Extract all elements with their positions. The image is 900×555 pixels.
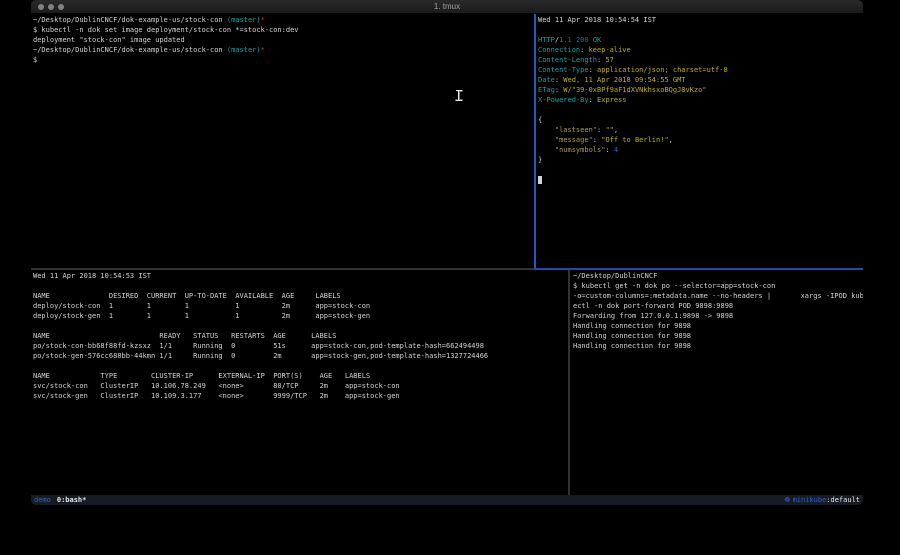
terminal-line: $ kubectl get -n dok po --selector=app=s… xyxy=(573,281,863,291)
terminal-line: "message": "Off to Berlin!", xyxy=(538,135,863,145)
terminal-line xyxy=(538,175,863,185)
terminal-line xyxy=(538,105,863,115)
terminal-line: svc/stock-gen ClusterIP 10.109.3.177 <no… xyxy=(33,391,569,401)
status-right: ☸ minikube :default xyxy=(784,495,860,505)
kube-context: minikube xyxy=(793,495,827,505)
window-title: 1. tmux xyxy=(31,2,863,11)
terminal-line: Date: Wed, 11 Apr 2018 09:54:55 GMT xyxy=(538,75,863,85)
kube-namespace: :default xyxy=(826,495,860,505)
terminal-line: Forwarding from 127.0.0.1:9898 -> 9898 xyxy=(573,311,863,321)
terminal-line: po/stock-gen-576cc688bb-44kmn 1/1 Runnin… xyxy=(33,351,569,361)
session-name: demo xyxy=(34,495,51,505)
terminal-line: "numsymbols": 4 xyxy=(538,145,863,155)
pane-divider-vertical-bottom[interactable] xyxy=(568,270,570,495)
terminal-line: Content-Length: 57 xyxy=(538,55,863,65)
terminal-line: X-Powered-By: Express xyxy=(538,95,863,105)
tmux-status-bar: demo 0:bash* ☸ minikube :default xyxy=(31,495,863,505)
terminal-line: HTTP/1.1 200 OK xyxy=(538,35,863,45)
terminal-line: $ kubectl -n dok set image deployment/st… xyxy=(33,25,534,35)
terminal-line: deploy/stock-con 1 1 1 1 2m app=stock-co… xyxy=(33,301,569,311)
terminal-line: Wed 11 Apr 2018 10:54:54 IST xyxy=(538,15,863,25)
terminal-line: Connection: keep-alive xyxy=(538,45,863,55)
terminal-line xyxy=(33,361,569,371)
terminal-line: po/stock-con-bb68f88fd-kzsxz 1/1 Running… xyxy=(33,341,569,351)
window-tab-bash[interactable]: 0:bash* xyxy=(57,495,87,505)
terminal-line: $ xyxy=(33,55,534,65)
terminal-line: deploy/stock-gen 1 1 1 1 2m app=stock-ge… xyxy=(33,311,569,321)
terminal-line: { xyxy=(538,115,863,125)
title-bar[interactable]: 1. tmux xyxy=(31,0,863,14)
terminal-line: Handling connection for 9898 xyxy=(573,331,863,341)
terminal-line: NAME DESIRED CURRENT UP-TO-DATE AVAILABL… xyxy=(33,291,569,301)
terminal-line: ~/Desktop/DublinCNCF xyxy=(573,271,863,281)
terminal-line: NAME TYPE CLUSTER-IP EXTERNAL-IP PORT(S)… xyxy=(33,371,569,381)
terminal-line: ~/Desktop/DublinCNCF/dok-example-us/stoc… xyxy=(33,15,534,25)
terminal-line xyxy=(538,165,863,175)
terminal-line: ~/Desktop/DublinCNCF/dok-example-us/stoc… xyxy=(33,45,534,55)
terminal-line: } xyxy=(538,155,863,165)
terminal-line: Wed 11 Apr 2018 10:54:53 IST xyxy=(33,271,569,281)
terminal-line xyxy=(33,281,569,291)
terminal-line: Handling connection for 9898 xyxy=(573,321,863,331)
terminal-line: Handling connection for 9898 xyxy=(573,341,863,351)
tmux-content: ~/Desktop/DublinCNCF/dok-example-us/stoc… xyxy=(31,14,863,495)
terminal-line xyxy=(538,25,863,35)
pane-top-right-http-response[interactable]: Wed 11 Apr 2018 10:54:54 IST HTTP/1.1 200… xyxy=(536,14,863,269)
terminal-line: -o=custom-columns=:metadata.name --no-he… xyxy=(573,291,863,301)
mouse-ibeam-cursor xyxy=(455,90,463,101)
terminal-line xyxy=(33,321,569,331)
pane-bottom-left-kubectl-get[interactable]: Wed 11 Apr 2018 10:54:53 IST NAME DESIRED… xyxy=(31,270,569,496)
pane-bottom-right-port-forward[interactable]: ~/Desktop/DublinCNCF$ kubectl get -n dok… xyxy=(571,270,863,496)
terminal-line: NAME READY STATUS RESTARTS AGE LABELS xyxy=(33,331,569,341)
terminal-line: deployment "stock-con" image updated xyxy=(33,35,534,45)
terminal-line: ETag: W/"39-0xBPf9aF1dXVNkhsxoBQgJ8vKzo" xyxy=(538,85,863,95)
pane-top-left-kubectl-set-image[interactable]: ~/Desktop/DublinCNCF/dok-example-us/stoc… xyxy=(31,14,534,269)
terminal-line: svc/stock-con ClusterIP 10.106.78.249 <n… xyxy=(33,381,569,391)
kubernetes-helm-icon: ☸ xyxy=(784,495,790,505)
terminal-line: ectl -n dok port-forward POD 9898:9898 xyxy=(573,301,863,311)
terminal-window: 1. tmux ~/Desktop/DublinCNCF/dok-example… xyxy=(31,0,863,505)
terminal-line: Content-Type: application/json; charset=… xyxy=(538,65,863,75)
terminal-line: "lastseen": "", xyxy=(538,125,863,135)
